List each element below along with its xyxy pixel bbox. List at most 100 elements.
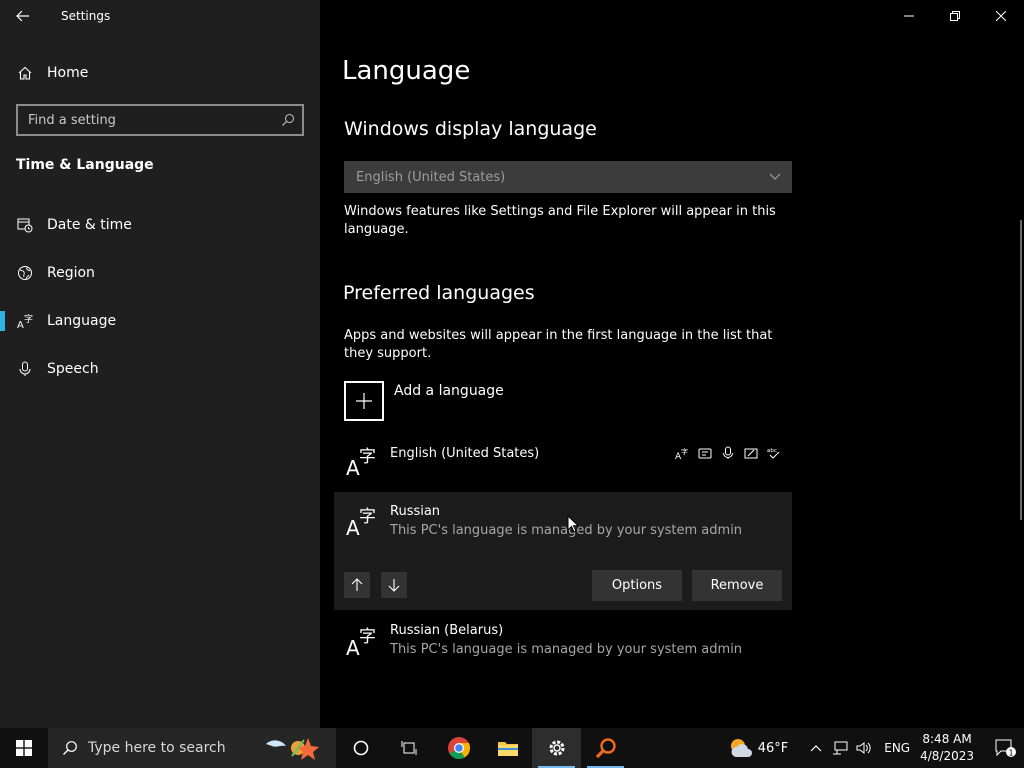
magnifier-icon [595, 738, 616, 759]
clock[interactable]: 8:48 AM 4/8/2023 [920, 731, 974, 765]
input-language-indicator[interactable]: ENG [884, 741, 910, 755]
weather-partly-cloudy-icon[interactable] [728, 737, 754, 759]
minimize-icon [904, 15, 914, 17]
home-icon [18, 66, 32, 80]
volume-icon[interactable] [852, 728, 876, 768]
language-name: English (United States) [390, 446, 540, 461]
speech-recognition-feature-icon [720, 445, 736, 461]
calendar-clock-icon [17, 218, 33, 233]
svg-text:字: 字 [24, 313, 33, 325]
language-glyph-icon: A字 [346, 507, 376, 536]
handwriting-feature-icon [743, 445, 759, 461]
svg-text:A: A [346, 636, 360, 656]
arrow-up-icon [351, 578, 363, 591]
start-button[interactable] [0, 728, 48, 768]
language-managed-note: This PC's language is managed by your sy… [390, 642, 743, 657]
svg-text:A: A [346, 516, 360, 536]
nav-home-label: Home [47, 65, 89, 81]
chrome-taskbar-button[interactable] [434, 728, 483, 768]
svg-text:abc: abc [767, 448, 777, 454]
minimize-button[interactable] [886, 0, 932, 32]
show-hidden-icons-chevron-up-icon[interactable] [804, 728, 828, 768]
svg-text:字: 字 [359, 507, 376, 527]
magnifier-taskbar-button[interactable] [581, 728, 630, 768]
action-center-button[interactable]: 1 [988, 728, 1024, 768]
display-language-value: English (United States) [356, 169, 506, 185]
file-explorer-taskbar-button[interactable] [483, 728, 532, 768]
close-icon [996, 11, 1006, 21]
close-button[interactable] [978, 0, 1024, 32]
sidebar-item-label: Language [47, 313, 117, 329]
restore-icon [950, 11, 960, 21]
move-up-button[interactable] [344, 572, 370, 598]
cortana-icon [353, 740, 368, 756]
language-glyph-icon: A字 [346, 627, 376, 656]
settings-taskbar-button[interactable] [532, 728, 581, 768]
language-icon: A字 [17, 313, 33, 329]
language-item-russian-belarus[interactable]: A字 Russian (Belarus) This PC's language … [334, 612, 792, 670]
taskbar-search-placeholder: Type here to search [88, 740, 226, 756]
clock-date: 4/8/2023 [920, 749, 974, 763]
sidebar-item-label: Speech [47, 361, 99, 377]
language-name: Russian [390, 504, 441, 519]
restore-button[interactable] [932, 0, 978, 32]
remove-button[interactable]: Remove [692, 570, 782, 601]
weather-temperature[interactable]: 46°F [758, 741, 789, 756]
notification-count: 1 [1008, 749, 1013, 758]
arrow-down-icon [388, 579, 400, 592]
language-item-russian[interactable]: A字 Russian This PC's language is managed… [334, 492, 792, 610]
back-arrow-icon [16, 10, 29, 22]
preferred-languages-description: Apps and websites will appear in the fir… [344, 328, 773, 361]
display-language-dropdown[interactable]: English (United States) [344, 161, 792, 193]
page-title: Language [342, 56, 471, 86]
display-language-description: Windows features like Settings and File … [344, 204, 776, 237]
plus-icon [344, 381, 384, 421]
notification-icon: 1 [995, 739, 1016, 758]
setting-search-input[interactable] [18, 106, 274, 134]
microphone-icon [19, 361, 31, 376]
window-controls [886, 0, 1024, 32]
language-glyph-icon: A字 [346, 447, 376, 476]
sidebar-item-region[interactable]: Region [0, 255, 320, 291]
task-view-button[interactable] [385, 728, 434, 768]
globe-icon [18, 266, 32, 280]
app-title: Settings [61, 9, 111, 23]
system-tray: 46°F ENG 8:48 AM 4/8/2023 1 [728, 728, 1024, 768]
title-bar: Settings [0, 0, 320, 32]
section-title: Time & Language [16, 157, 154, 173]
options-button[interactable]: Options [592, 570, 682, 601]
chevron-down-icon [758, 173, 792, 181]
main-content: Language Windows display language Englis… [320, 0, 1024, 728]
network-icon[interactable] [828, 728, 852, 768]
back-button[interactable] [0, 0, 46, 32]
setting-search[interactable] [16, 104, 304, 136]
windows-logo-icon [16, 740, 32, 756]
language-name: Russian (Belarus) [390, 623, 504, 638]
sidebar-item-language[interactable]: A字 Language [0, 303, 320, 339]
cortana-button[interactable] [336, 728, 385, 768]
taskbar-search[interactable]: Type here to search [48, 728, 336, 768]
search-icon [63, 741, 77, 755]
gear-icon [549, 740, 564, 756]
sidebar: Settings Home Time & Language Date & tim… [0, 0, 320, 728]
folder-icon [497, 742, 518, 756]
search-icon[interactable] [274, 113, 302, 127]
scrollbar[interactable] [1020, 220, 1022, 520]
sidebar-item-speech[interactable]: Speech [0, 351, 320, 387]
sidebar-item-label: Region [47, 265, 95, 281]
sidebar-item-date-time[interactable]: Date & time [0, 207, 320, 243]
language-item-english[interactable]: A字 English (United States) A字 abc [334, 432, 792, 490]
clock-time: 8:48 AM [922, 732, 972, 746]
move-down-button[interactable] [381, 572, 407, 598]
add-language-label: Add a language [394, 383, 504, 399]
svg-text:字: 字 [359, 627, 376, 647]
display-language-feature-icon: A字 [674, 445, 690, 461]
sidebar-item-label: Date & time [47, 217, 132, 233]
chrome-icon [447, 737, 470, 759]
add-language-button[interactable]: Add a language [344, 381, 504, 421]
text-to-speech-feature-icon [697, 445, 713, 461]
search-highlight-art-icon [266, 738, 319, 760]
display-language-heading: Windows display language [344, 118, 597, 140]
spellcheck-feature-icon: abc [766, 445, 782, 461]
nav-home[interactable]: Home [0, 56, 320, 90]
